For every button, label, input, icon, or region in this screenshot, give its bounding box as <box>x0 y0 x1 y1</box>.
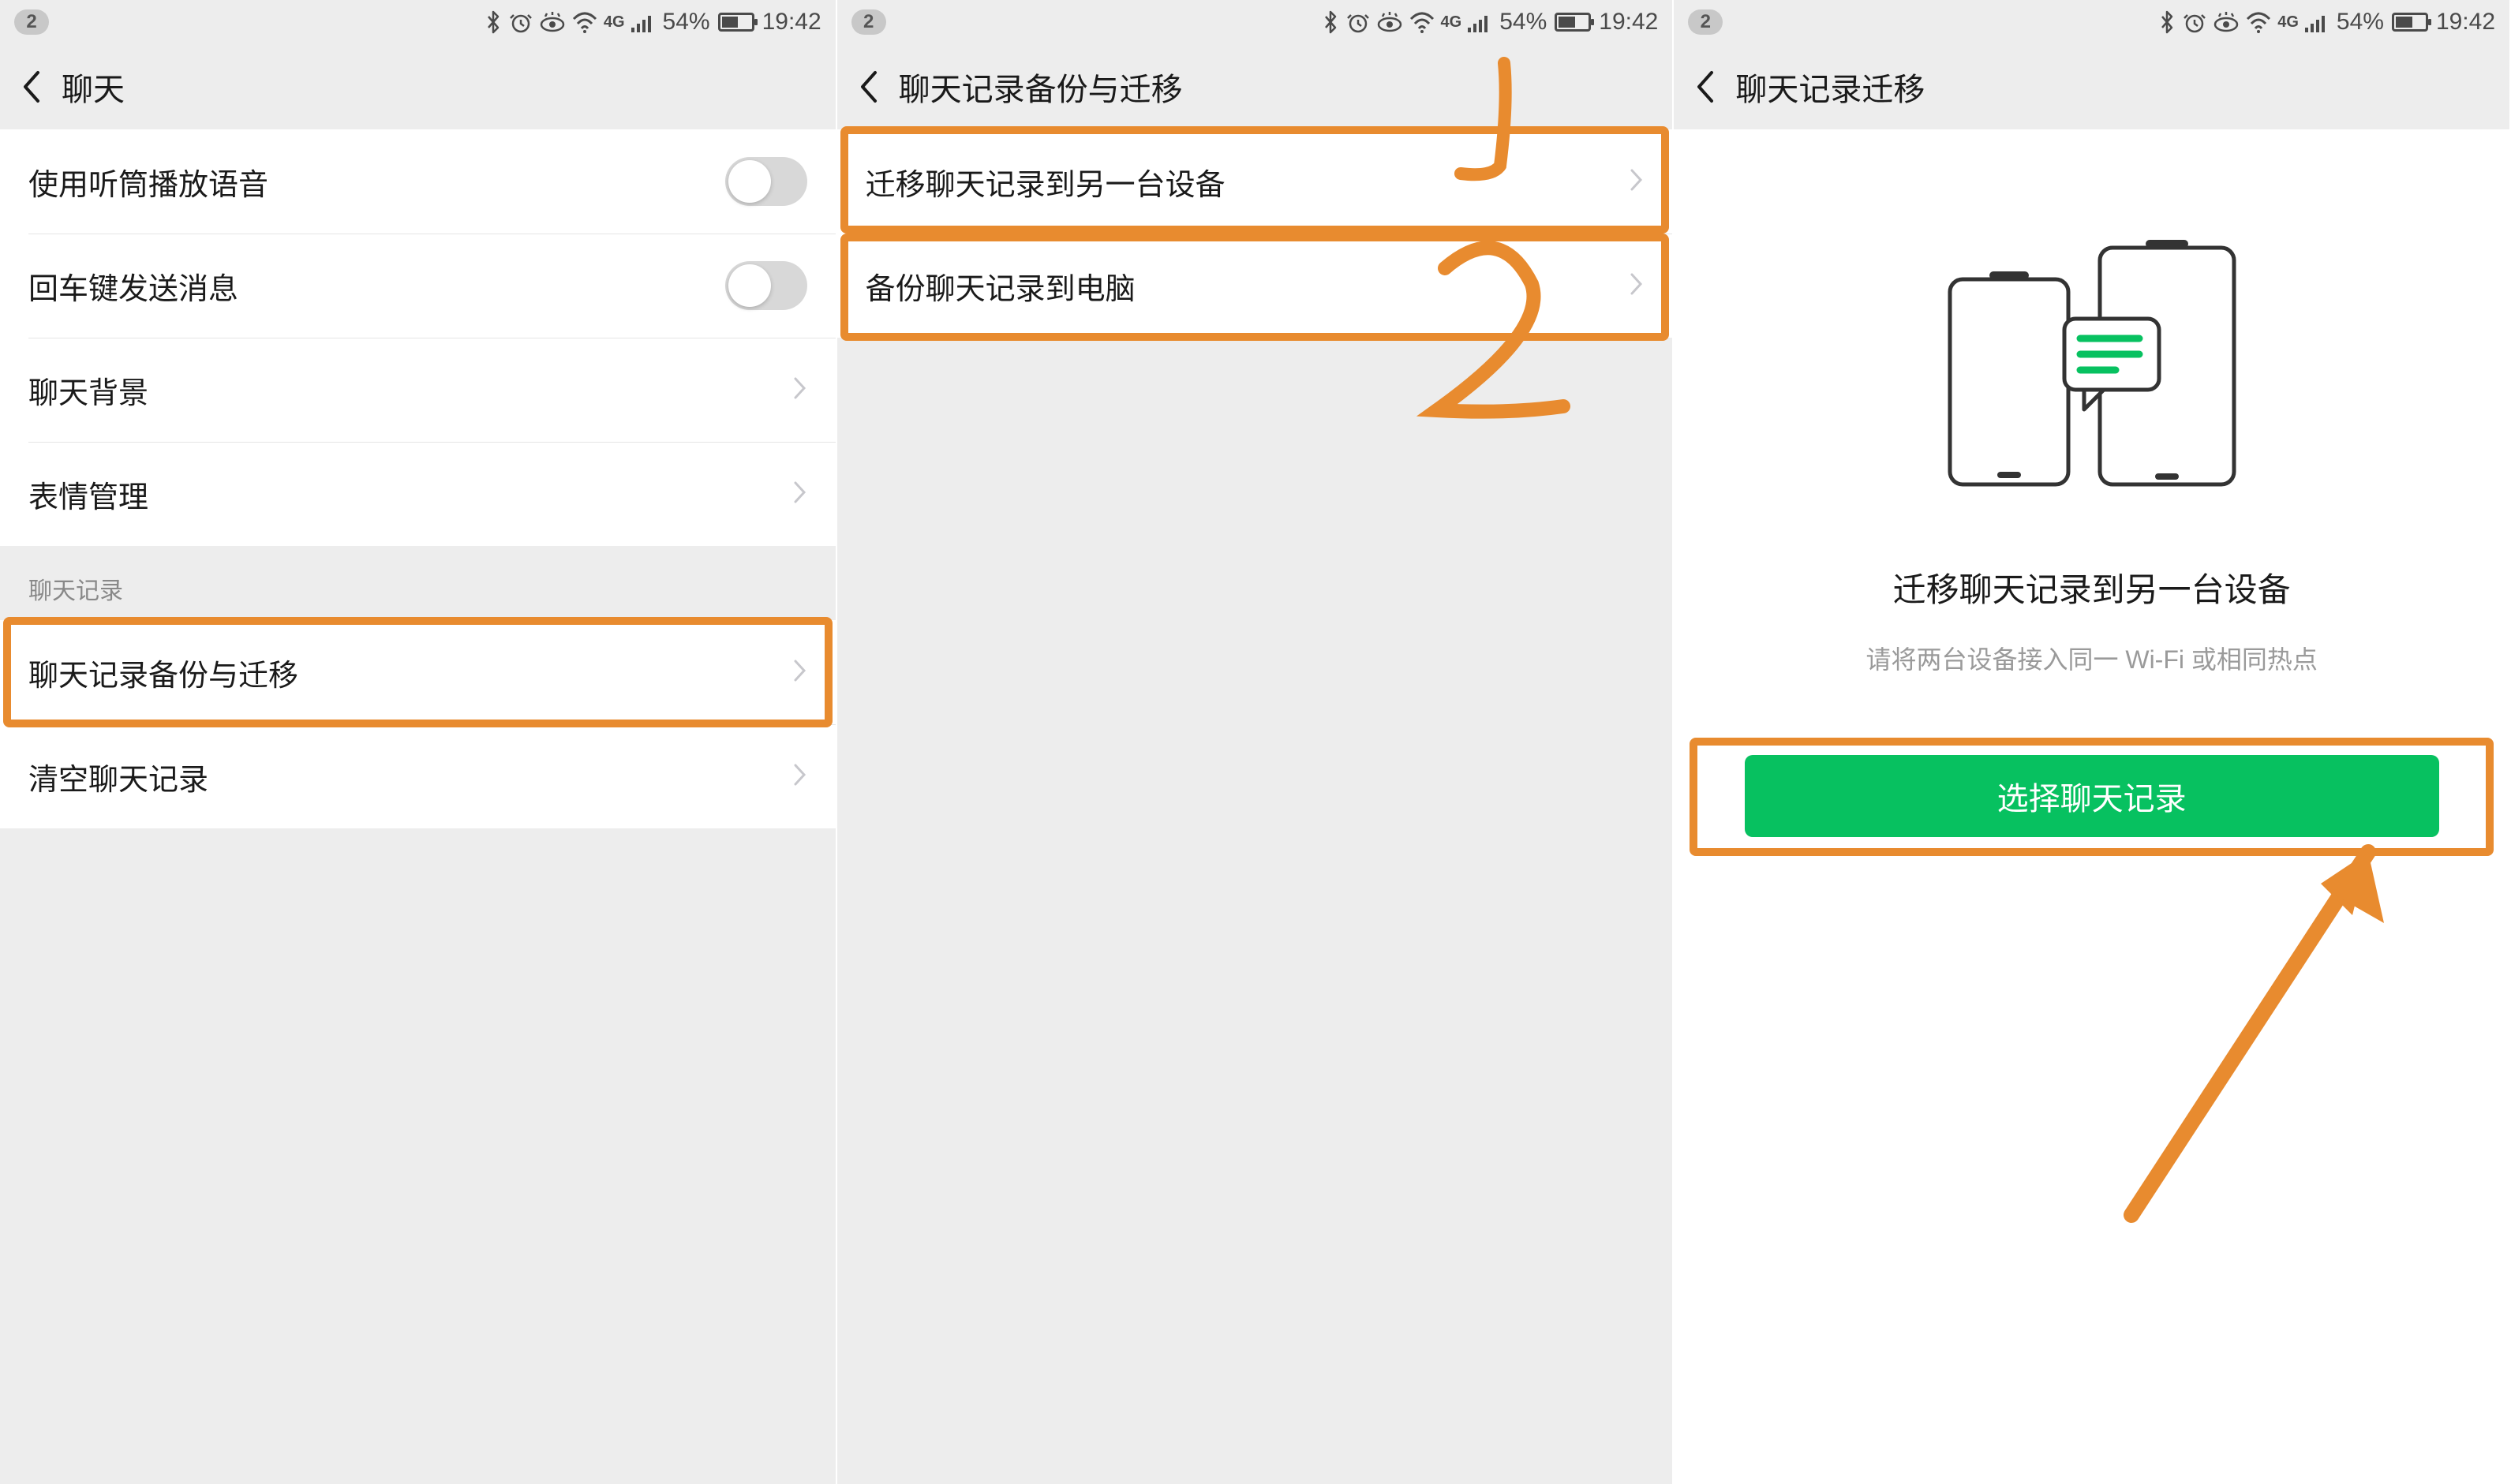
chevron-right-icon <box>793 762 807 791</box>
row-emoji-manage[interactable]: 表情管理 <box>0 442 836 546</box>
wifi-icon <box>2246 11 2271 33</box>
section-header-chat-records: 聊天记录 <box>0 546 836 620</box>
battery-icon <box>2392 13 2428 32</box>
row-label: 回车键发送消息 <box>28 264 238 308</box>
row-backup-migrate[interactable]: 聊天记录备份与迁移 <box>0 620 836 724</box>
row-label: 使用听筒播放语音 <box>28 160 268 204</box>
alarm-icon <box>1346 10 1370 34</box>
row-backup-pc[interactable]: 备份聊天记录到电脑 <box>837 234 1673 338</box>
page-title: 聊天 <box>62 64 125 110</box>
hero-section: 迁移聊天记录到另一台设备 请将两台设备接入同一 Wi-Fi 或相同热点 选择聊天… <box>1674 129 2509 1484</box>
row-clear-records[interactable]: 清空聊天记录 <box>0 724 836 828</box>
back-icon[interactable] <box>858 69 878 104</box>
bluetooth-icon <box>1321 10 1340 34</box>
title-bar: 聊天记录迁移 <box>1674 44 2509 129</box>
chevron-right-icon <box>1630 167 1644 196</box>
bluetooth-icon <box>484 10 503 34</box>
eye-icon <box>1376 10 1403 34</box>
battery-percent: 54% <box>663 9 710 36</box>
list-group-general: 使用听筒播放语音 回车键发送消息 聊天背景 表情管理 <box>0 129 836 546</box>
status-icons: 4G <box>1321 10 1492 34</box>
panel-migrate: 2 4G 54% 19:42 聊天记录迁移 <box>1674 0 2511 1484</box>
status-time: 19:42 <box>762 9 821 36</box>
status-bar: 2 4G 54% 19:42 <box>0 0 836 44</box>
back-icon[interactable] <box>1694 69 1715 104</box>
chevron-right-icon <box>793 480 807 509</box>
button-label: 选择聊天记录 <box>1997 773 2187 819</box>
battery-percent: 54% <box>1499 9 1547 36</box>
panel-backup-migrate: 2 4G 54% 19:42 聊天记录备份与迁移 迁移聊天记录到另一台设备 <box>837 0 1675 1484</box>
notification-count-badge: 2 <box>1688 9 1723 35</box>
bluetooth-icon <box>2157 10 2176 34</box>
status-bar: 2 4G 54% 19:42 <box>837 0 1673 44</box>
list-group-options: 迁移聊天记录到另一台设备 备份聊天记录到电脑 <box>837 129 1673 338</box>
title-bar: 聊天记录备份与迁移 <box>837 44 1673 129</box>
row-use-speaker[interactable]: 使用听筒播放语音 <box>0 129 836 234</box>
network-label: 4G <box>1441 13 1462 32</box>
row-label: 聊天背景 <box>28 368 148 412</box>
row-label: 备份聊天记录到电脑 <box>866 264 1136 308</box>
row-label: 迁移聊天记录到另一台设备 <box>866 160 1226 204</box>
row-label: 聊天记录备份与迁移 <box>28 651 298 694</box>
row-migrate-device[interactable]: 迁移聊天记录到另一台设备 <box>837 129 1673 234</box>
chevron-right-icon <box>793 376 807 405</box>
battery-icon <box>718 13 754 32</box>
notification-count-badge: 2 <box>851 9 886 35</box>
signal-icon <box>631 12 655 32</box>
back-icon[interactable] <box>21 69 41 104</box>
phones-transfer-icon <box>1926 232 2258 500</box>
row-enter-send[interactable]: 回车键发送消息 <box>0 234 836 338</box>
status-time: 19:42 <box>2436 9 2495 36</box>
eye-icon <box>539 10 566 34</box>
eye-icon <box>2213 10 2240 34</box>
hero-title: 迁移聊天记录到另一台设备 <box>1893 563 2291 611</box>
toggle-speaker[interactable] <box>725 157 807 206</box>
wifi-icon <box>572 11 597 33</box>
row-label: 清空聊天记录 <box>28 755 208 798</box>
page-title: 聊天记录备份与迁移 <box>899 64 1183 110</box>
list-group-records: 聊天记录备份与迁移 清空聊天记录 <box>0 620 836 828</box>
chevron-right-icon <box>1630 271 1644 301</box>
network-label: 4G <box>604 13 625 32</box>
battery-icon <box>1555 13 1591 32</box>
signal-icon <box>1468 12 1491 32</box>
hero-subtitle: 请将两台设备接入同一 Wi-Fi 或相同热点 <box>1865 640 2317 676</box>
title-bar: 聊天 <box>0 44 836 129</box>
status-icons: 4G <box>484 10 655 34</box>
panel-chat-settings: 2 4G 54% 19:42 聊天 使用听筒播放语音 回车键 <box>0 0 837 1484</box>
status-icons: 4G <box>2157 10 2329 34</box>
page-title: 聊天记录迁移 <box>1735 64 1925 110</box>
select-chat-records-button[interactable]: 选择聊天记录 <box>1745 755 2439 837</box>
row-label: 表情管理 <box>28 473 148 516</box>
signal-icon <box>2305 12 2329 32</box>
battery-percent: 54% <box>2337 9 2384 36</box>
chevron-right-icon <box>793 658 807 687</box>
status-bar: 2 4G 54% 19:42 <box>1674 0 2509 44</box>
alarm-icon <box>509 10 533 34</box>
alarm-icon <box>2183 10 2206 34</box>
toggle-enter-send[interactable] <box>725 261 807 310</box>
notification-count-badge: 2 <box>14 9 49 35</box>
network-label: 4G <box>2277 13 2299 32</box>
wifi-icon <box>1409 11 1435 33</box>
row-chat-background[interactable]: 聊天背景 <box>0 338 836 442</box>
status-time: 19:42 <box>1599 9 1658 36</box>
